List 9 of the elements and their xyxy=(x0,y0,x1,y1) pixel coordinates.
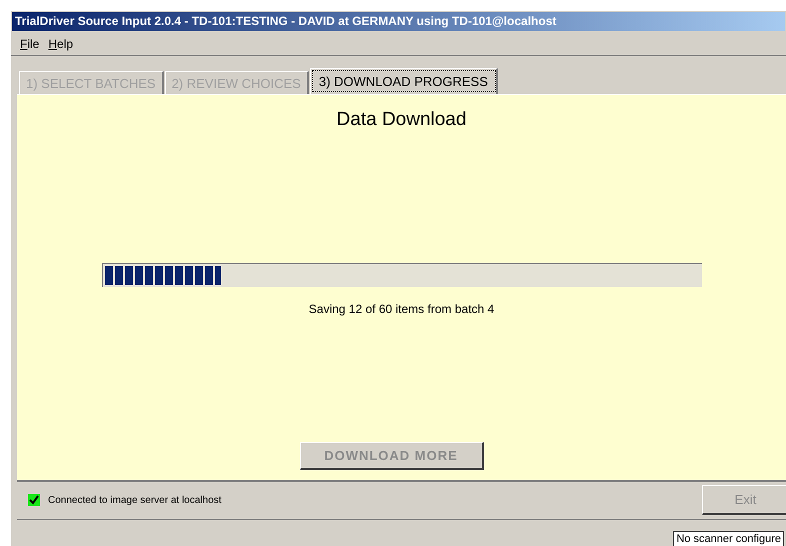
window-title: TrialDriver Source Input 2.0.4 - TD-101:TESTING - DAVID at GERMANY using TD-101@localhost xyxy=(12,12,785,31)
tab[interactable]: 3) DOWNLOAD PROGRESS xyxy=(310,68,498,94)
status-text: No scanner configure xyxy=(673,531,784,546)
connection-label: Connected to image server at localhost xyxy=(48,494,222,506)
panel-heading: Data Download xyxy=(336,109,466,131)
progress-message: Saving 12 of 60 items from batch 4 xyxy=(308,302,494,316)
connection-checkbox[interactable] xyxy=(28,494,40,506)
menu-item[interactable]: File xyxy=(20,37,40,51)
menu-item[interactable]: Help xyxy=(48,37,74,51)
